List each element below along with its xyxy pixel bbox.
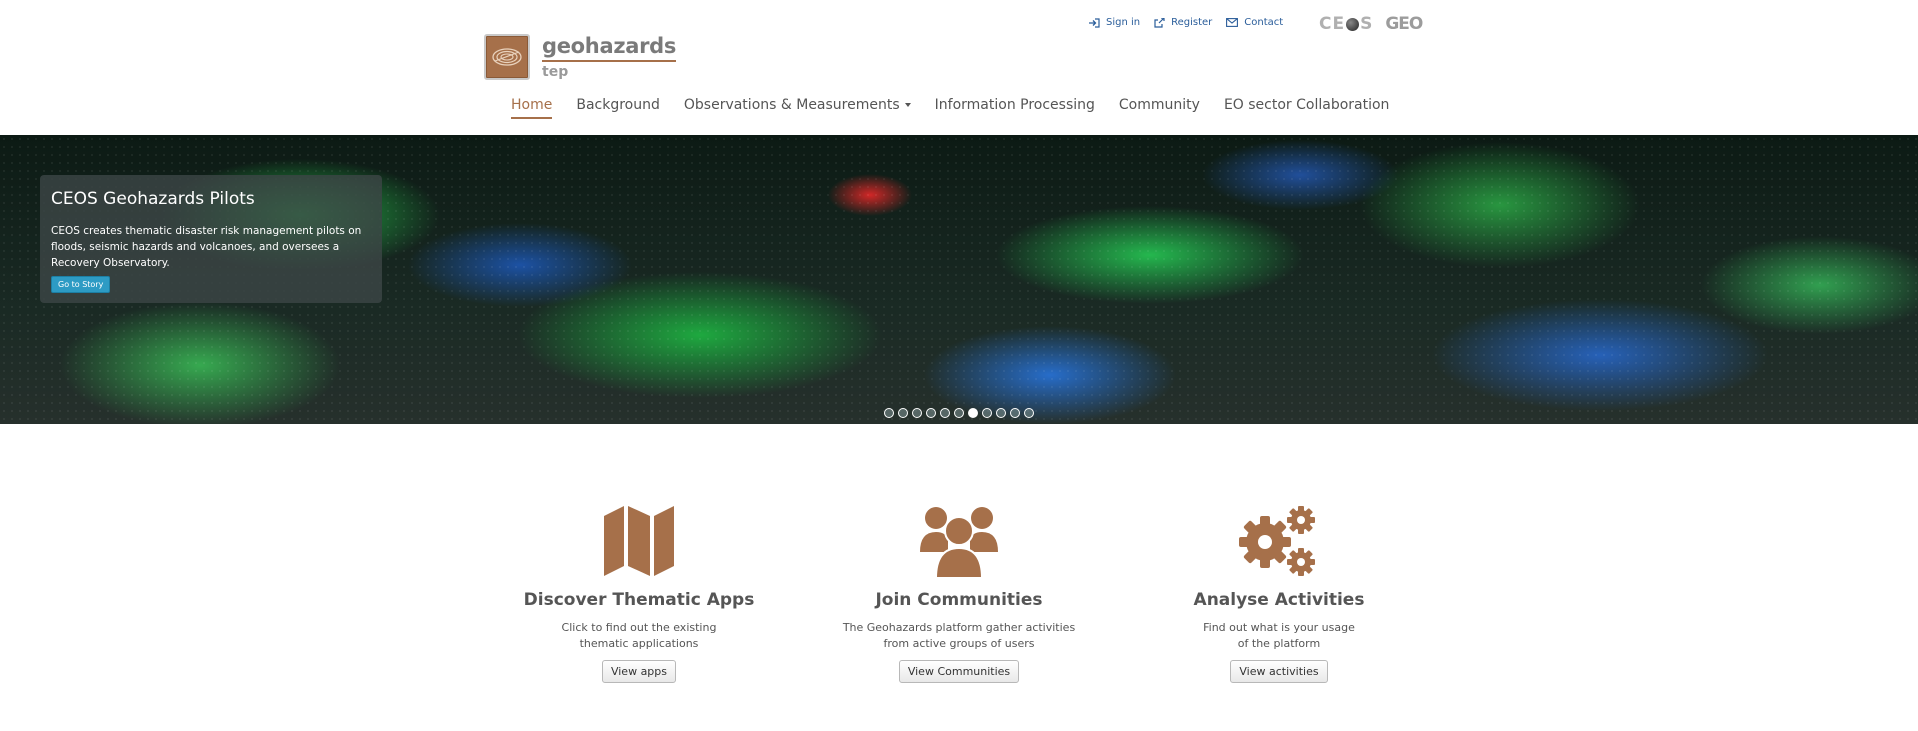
carousel-dot[interactable] bbox=[898, 408, 908, 418]
envelope-icon bbox=[1226, 18, 1239, 27]
site-logo[interactable]: geohazards tep bbox=[484, 34, 676, 81]
map-icon bbox=[604, 506, 674, 576]
globe-icon bbox=[1346, 17, 1360, 31]
carousel-dot[interactable] bbox=[1010, 408, 1020, 418]
register-label: Register bbox=[1171, 17, 1213, 28]
external-link-icon bbox=[1154, 17, 1165, 28]
register-link[interactable]: Register bbox=[1154, 17, 1212, 28]
caret-down-icon bbox=[904, 103, 911, 107]
users-icon bbox=[920, 507, 998, 578]
nav-item-observations-label: Observations & Measurements bbox=[683, 97, 900, 113]
feature-title: Discover Thematic Apps bbox=[523, 590, 755, 610]
carousel-dot[interactable] bbox=[968, 408, 978, 418]
feature-description: Find out what is your usage of the platfo… bbox=[1203, 621, 1355, 650]
view-activities-button[interactable]: View activities bbox=[1230, 660, 1328, 683]
main-nav: Home Background Observations & Measureme… bbox=[511, 97, 1413, 119]
logo-subtitle: tep bbox=[542, 64, 569, 80]
logo-emblem-icon bbox=[484, 34, 530, 80]
feature-description: The Geohazards platform gather activitie… bbox=[842, 621, 1076, 650]
nav-item-information-processing[interactable]: Information Processing bbox=[935, 97, 1095, 119]
partner-logos: CE S GEO bbox=[1319, 14, 1423, 34]
caption-title: CEOS Geohazards Pilots bbox=[51, 189, 255, 209]
carousel-dot[interactable] bbox=[996, 408, 1006, 418]
contact-link[interactable]: Contact bbox=[1226, 17, 1283, 28]
carousel-dot[interactable] bbox=[926, 408, 936, 418]
contact-label: Contact bbox=[1244, 17, 1284, 28]
feature-thematic-apps: Discover Thematic Apps Click to find out… bbox=[509, 498, 769, 683]
caption-text: CEOS creates thematic disaster risk mana… bbox=[51, 225, 362, 269]
hero-carousel[interactable]: CEOS Geohazards Pilots CEOS creates them… bbox=[0, 135, 1918, 424]
sign-in-icon bbox=[1089, 17, 1100, 28]
nav-item-home[interactable]: Home bbox=[511, 97, 553, 119]
view-communities-button[interactable]: View Communities bbox=[898, 660, 1020, 683]
feature-activities: Analyse Activities Find out what is your… bbox=[1149, 498, 1409, 683]
top-links: Sign in Register Contact bbox=[1089, 17, 1283, 28]
carousel-dot[interactable] bbox=[954, 408, 964, 418]
nav-item-community[interactable]: Community bbox=[1119, 97, 1200, 119]
ceos-logo[interactable]: CE S bbox=[1319, 14, 1373, 34]
carousel-dot[interactable] bbox=[912, 408, 922, 418]
feature-title: Analyse Activities bbox=[1193, 590, 1365, 610]
go-to-story-button[interactable]: Go to Story bbox=[51, 276, 111, 293]
feature-communities: Join Communities The Geohazards platform… bbox=[829, 498, 1089, 683]
view-apps-button[interactable]: View apps bbox=[601, 660, 677, 683]
carousel-dot[interactable] bbox=[1024, 408, 1034, 418]
carousel-caption: CEOS Geohazards Pilots CEOS creates them… bbox=[40, 175, 382, 303]
nav-item-eo-collaboration[interactable]: EO sector Collaboration bbox=[1224, 97, 1389, 119]
logo-title: geohazards bbox=[542, 34, 676, 62]
gears-icon bbox=[1239, 506, 1315, 576]
sign-in-label: Sign in bbox=[1106, 17, 1141, 28]
carousel-dot[interactable] bbox=[884, 408, 894, 418]
nav-item-background[interactable]: Background bbox=[576, 97, 660, 119]
geo-logo[interactable]: GEO bbox=[1385, 14, 1423, 34]
feature-title: Join Communities bbox=[875, 590, 1043, 610]
carousel-indicators bbox=[884, 408, 1034, 418]
sign-in-link[interactable]: Sign in bbox=[1089, 17, 1140, 28]
nav-item-observations[interactable]: Observations & Measurements bbox=[684, 97, 911, 119]
feature-description: Click to find out the existing thematic a… bbox=[561, 621, 717, 650]
carousel-dot[interactable] bbox=[982, 408, 992, 418]
carousel-dot[interactable] bbox=[940, 408, 950, 418]
